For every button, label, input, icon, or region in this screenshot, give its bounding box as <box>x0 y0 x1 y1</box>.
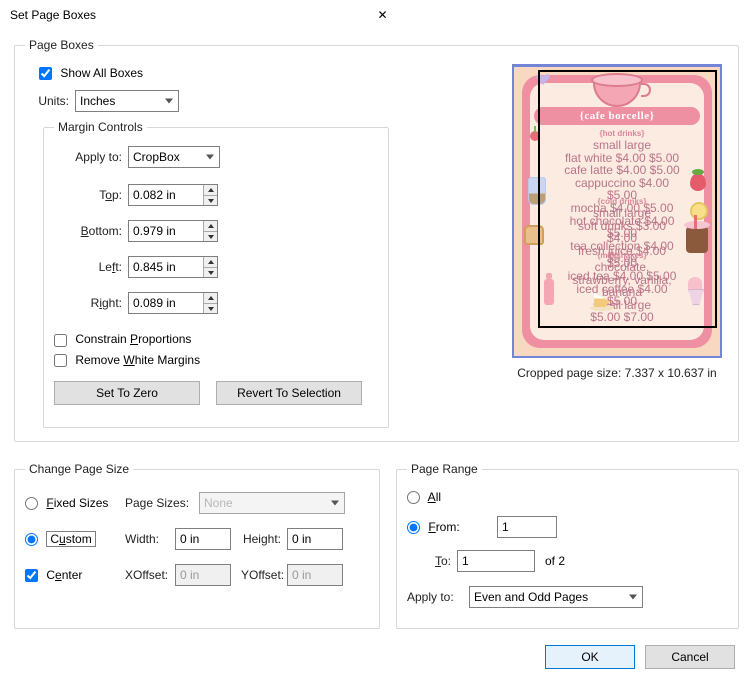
close-icon[interactable]: ✕ <box>370 4 746 26</box>
page-range-legend: Page Range <box>407 462 482 476</box>
dialog-footer: OK Cancel <box>545 645 735 669</box>
change-size-legend: Change Page Size <box>25 462 133 476</box>
preview-panel: {cafe borcelle} {hot drinks} small large… <box>502 54 732 380</box>
fixed-sizes-text: Fixed Sizes <box>46 496 108 510</box>
dialog-title: Set Page Boxes <box>10 8 370 22</box>
fixed-sizes-label[interactable]: Fixed Sizes <box>25 496 125 510</box>
yoffset-input <box>287 564 343 586</box>
to-label: To: <box>407 554 457 568</box>
margin-applyto-select[interactable]: CropBox <box>128 146 220 168</box>
spin-up-icon[interactable] <box>204 185 217 196</box>
constrain-label[interactable]: Constrain Proportions <box>54 332 191 346</box>
all-radio[interactable] <box>407 491 420 504</box>
height-input[interactable] <box>287 528 343 550</box>
preview-page: {cafe borcelle} {hot drinks} small large… <box>512 64 722 358</box>
show-all-label[interactable]: Show All Boxes <box>39 66 143 80</box>
spin-down-icon[interactable] <box>204 196 217 206</box>
to-input[interactable] <box>457 550 535 572</box>
cancel-button[interactable]: Cancel <box>645 645 735 669</box>
crop-caption: Cropped page size: 7.337 x 10.637 in <box>502 366 732 380</box>
remove-white-label[interactable]: Remove White Margins <box>54 353 200 367</box>
spin-down-icon[interactable] <box>204 268 217 278</box>
custom-radio[interactable] <box>25 533 38 546</box>
margin-top-label: Top: <box>54 188 128 202</box>
revert-button[interactable]: Revert To Selection <box>216 381 362 405</box>
margin-controls-legend: Margin Controls <box>54 120 147 134</box>
width-input[interactable] <box>175 528 231 550</box>
of-total-text: of 2 <box>535 554 565 568</box>
remove-white-checkbox[interactable] <box>54 354 67 367</box>
center-label[interactable]: Center <box>25 568 125 582</box>
change-page-size-group: Change Page Size Fixed Sizes Page Sizes:… <box>14 462 380 629</box>
spin-up-icon[interactable] <box>204 221 217 232</box>
margin-right-label: Right: <box>54 296 128 310</box>
page-sizes-select: None <box>199 492 345 514</box>
from-input[interactable] <box>497 516 557 538</box>
page-sizes-label: Page Sizes: <box>125 496 199 510</box>
show-all-boxes-checkbox[interactable] <box>39 67 52 80</box>
range-applyto-label: Apply to: <box>407 590 469 604</box>
from-radio[interactable] <box>407 521 420 534</box>
range-applyto-select[interactable]: Even and Odd Pages <box>469 586 643 608</box>
from-text: From: <box>428 520 459 534</box>
width-label: Width: <box>125 532 175 546</box>
xoffset-label: XOffset: <box>125 568 175 582</box>
page-range-group: Page Range All From: To: of 2 <box>396 462 739 629</box>
page-boxes-legend: Page Boxes <box>25 38 98 52</box>
titlebar: Set Page Boxes ✕ <box>0 0 753 30</box>
margin-bottom-label: Bottom: <box>54 224 128 238</box>
margin-applyto-label: Apply to: <box>54 150 128 164</box>
custom-label[interactable]: Custom <box>25 531 125 547</box>
from-label[interactable]: From: <box>407 520 497 534</box>
fixed-sizes-radio[interactable] <box>25 497 38 510</box>
center-text: Center <box>46 568 82 582</box>
margin-left-label: Left: <box>54 260 128 274</box>
spin-up-icon[interactable] <box>204 257 217 268</box>
ok-button[interactable]: OK <box>545 645 635 669</box>
show-all-boxes-text: Show All Boxes <box>60 66 143 80</box>
all-label[interactable]: All <box>407 490 441 504</box>
crop-outline <box>538 70 717 328</box>
spin-down-icon[interactable] <box>204 304 217 314</box>
units-select[interactable]: Inches <box>75 90 179 112</box>
xoffset-input <box>175 564 231 586</box>
yoffset-label: YOffset: <box>231 568 287 582</box>
units-label: Units: <box>35 94 75 108</box>
height-label: Height: <box>231 532 287 546</box>
spin-up-icon[interactable] <box>204 293 217 304</box>
center-checkbox[interactable] <box>25 569 38 582</box>
page-boxes-group: Page Boxes Show All Boxes Units: Inches … <box>14 38 739 442</box>
custom-text: Custom <box>46 531 95 547</box>
remove-white-text: Remove White Margins <box>75 353 200 367</box>
constrain-text: Constrain Proportions <box>75 332 191 346</box>
constrain-proportions-checkbox[interactable] <box>54 334 67 347</box>
set-to-zero-button[interactable]: Set To Zero <box>54 381 200 405</box>
spin-down-icon[interactable] <box>204 232 217 242</box>
all-text: All <box>428 490 441 504</box>
margin-controls-group: Margin Controls Apply to: CropBox Top: B… <box>43 120 389 428</box>
